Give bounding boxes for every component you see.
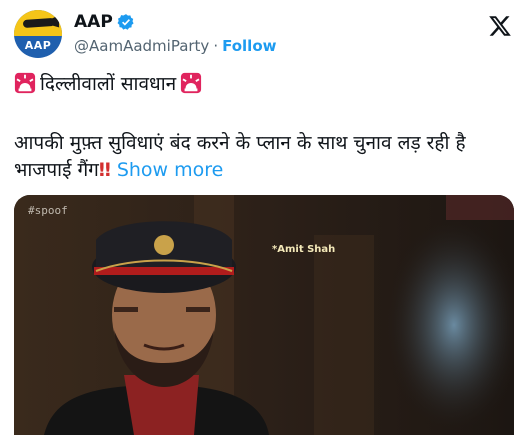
verified-badge-icon — [117, 14, 134, 30]
name-row: AAP — [74, 12, 135, 32]
tweet-body-text: आपकी मुफ़्त सुविधाएं बंद करने के प्लान क… — [14, 132, 466, 181]
siren-icon — [181, 72, 202, 94]
follow-button[interactable]: Follow — [222, 37, 276, 55]
account-name[interactable]: AAP — [74, 12, 113, 32]
avatar-text: AAP — [24, 39, 52, 52]
avatar[interactable]: AAP — [14, 10, 62, 58]
media-illustration — [14, 195, 514, 435]
tweet-text-line1: दिल्लीवालों सावधान — [14, 70, 202, 96]
separator: · — [213, 37, 219, 55]
tweet-body: आपकी मुफ़्त सुविधाएं बंद करने के प्लान क… — [14, 130, 514, 184]
tweet-media-image[interactable]: #spoof *Amit Shah — [14, 195, 514, 435]
double-exclamation-icon: ‼ — [98, 159, 111, 181]
tweet-header: AAP AAP @AamAadmiParty · Follow — [14, 8, 514, 60]
account-handle[interactable]: @AamAadmiParty — [74, 37, 209, 55]
media-caption: *Amit Shah — [272, 244, 336, 255]
media-watermark: #spoof — [28, 204, 68, 217]
tweet-heading: दिल्लीवालों सावधान — [40, 73, 177, 95]
show-more-link[interactable]: Show more — [117, 159, 224, 181]
handle-row: @AamAadmiParty · Follow — [74, 37, 276, 55]
x-logo-icon[interactable] — [488, 14, 512, 38]
siren-icon — [14, 72, 36, 94]
